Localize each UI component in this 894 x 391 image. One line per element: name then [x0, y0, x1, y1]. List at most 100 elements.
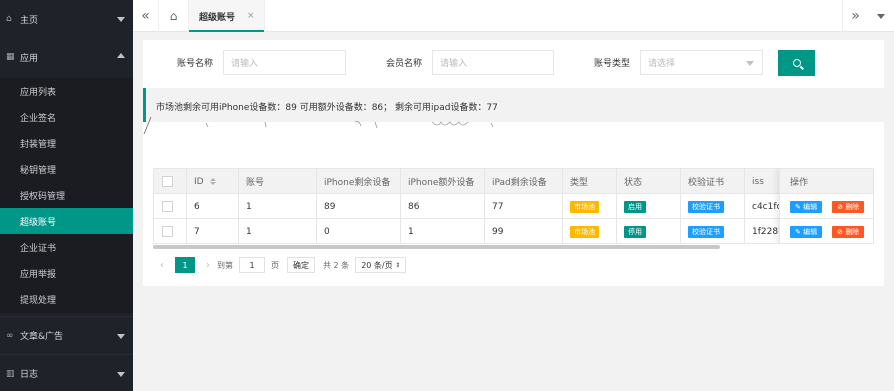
- member-name-label: 会员名称: [386, 59, 423, 69]
- cell-ipad-left: 99: [492, 226, 504, 237]
- nav-home[interactable]: ⌂ 主页: [0, 0, 133, 38]
- sort-icon[interactable]: [209, 178, 216, 185]
- chevron-down-icon: [117, 334, 125, 339]
- page-label: 页: [271, 260, 279, 270]
- cell-iphone-extra: 1: [408, 226, 414, 237]
- cell-iphone-left: 0: [324, 226, 330, 237]
- tab-menu-button[interactable]: [868, 0, 894, 32]
- header-iphone-extra: iPhone额外设备: [408, 178, 475, 188]
- articles-icon: ∞: [6, 330, 14, 341]
- next-page-icon[interactable]: ›: [199, 260, 217, 271]
- header-ipad-left: iPad剩余设备: [492, 178, 547, 188]
- nav-apps[interactable]: ▦ 应用: [0, 38, 133, 76]
- search-button[interactable]: [778, 50, 815, 76]
- home-icon: ⌂: [169, 9, 178, 23]
- row-checkbox[interactable]: [162, 201, 173, 212]
- cell-id: 7: [194, 226, 200, 237]
- double-right-icon: »: [851, 8, 860, 24]
- sidebar-item-app-report[interactable]: 应用举报: [0, 260, 133, 286]
- type-badge: 市场池: [570, 225, 599, 238]
- home-icon: ⌂: [6, 14, 12, 24]
- apps-icon: ▦: [6, 52, 15, 62]
- sidebar-item-keys[interactable]: 秘钥管理: [0, 156, 133, 182]
- sidebar-item-package[interactable]: 封装管理: [0, 130, 133, 156]
- tab-super-account[interactable]: 超级账号 ×: [189, 0, 265, 32]
- nav-logs-label: 日志: [20, 370, 39, 380]
- table-row: 7 1 0 1 99 市场池 停用 校验证书 1f228b4: [154, 219, 873, 243]
- scribble-mark: [143, 116, 494, 135]
- account-name-input[interactable]: 请输入: [223, 50, 346, 75]
- cell-account: 1: [246, 226, 252, 237]
- nav-home-label: 主页: [20, 15, 39, 26]
- type-badge: 市场池: [570, 200, 599, 213]
- cell-iss: 1f228b4: [752, 226, 784, 237]
- search-icon: [792, 59, 801, 67]
- total-count: 共 2 条: [323, 260, 350, 270]
- tab-label: 超级账号: [199, 12, 236, 23]
- sidebar-item-enterprise-sign[interactable]: 企业签名: [0, 104, 133, 130]
- header-operations: 操作: [790, 178, 809, 188]
- scroll-tabs-left-button[interactable]: «: [133, 0, 159, 32]
- cell-ipad-left: 77: [492, 201, 504, 212]
- account-name-label: 账号名称: [177, 59, 214, 69]
- sidebar-item-withdraw[interactable]: 提现处理: [0, 286, 133, 313]
- nav-apps-label: 应用: [20, 53, 39, 64]
- edit-button[interactable]: ✎ 编辑: [790, 200, 823, 213]
- double-left-icon: «: [141, 8, 150, 24]
- select-all-cell: [154, 169, 186, 194]
- table-horizontal-scrollbar[interactable]: [153, 245, 720, 249]
- cell-account: 1: [246, 201, 252, 212]
- select-all-checkbox[interactable]: [162, 176, 173, 187]
- sidebar-item-enterprise-cert[interactable]: 企业证书: [0, 234, 133, 260]
- goto-confirm-button[interactable]: 确定: [287, 257, 315, 273]
- status-badge: 停用: [624, 225, 646, 238]
- header-iphone-left: iPhone剩余设备: [324, 178, 391, 188]
- goto-page-input[interactable]: 1: [239, 257, 265, 273]
- delete-button[interactable]: ⊘ 删除: [832, 225, 865, 238]
- header-cert: 校验证书: [688, 178, 725, 188]
- current-page-button[interactable]: 1: [175, 257, 195, 273]
- goto-label: 到第: [217, 260, 233, 270]
- chevron-up-icon: [117, 53, 125, 58]
- cell-iphone-left: 89: [324, 201, 336, 212]
- row-checkbox[interactable]: [162, 226, 173, 237]
- chevron-down-icon: [117, 17, 125, 22]
- sidebar-item-super-account[interactable]: 超级账号: [0, 208, 133, 234]
- chevron-down-icon: [117, 372, 125, 377]
- accounts-table: ID 账号 iPhone剩余设备 iPhone额外设备 iPad剩余设备 类型 …: [153, 168, 874, 244]
- account-type-select[interactable]: 请选择: [640, 50, 763, 75]
- status-badge: 启用: [624, 200, 646, 213]
- edit-button[interactable]: ✎ 编辑: [790, 225, 823, 238]
- verify-cert-button[interactable]: 校验证书: [688, 225, 724, 238]
- scroll-tabs-right-button[interactable]: »: [842, 0, 868, 32]
- home-tab-button[interactable]: ⌂: [159, 0, 189, 32]
- delete-button[interactable]: ⊘ 删除: [832, 200, 865, 213]
- member-name-input[interactable]: 请输入: [432, 50, 554, 75]
- header-status: 状态: [624, 178, 643, 188]
- close-icon[interactable]: ×: [247, 11, 255, 21]
- prev-page-icon[interactable]: ‹: [153, 260, 171, 271]
- log-icon: ▥: [6, 368, 15, 379]
- table-header-row: ID 账号 iPhone剩余设备 iPhone额外设备 iPad剩余设备 类型 …: [154, 169, 873, 194]
- sidebar: ⌂ 主页 ▦ 应用 应用列表 企业签名 封装管理 秘钥管理 授权码管理 超级账号…: [0, 0, 133, 391]
- nav-articles-label: 文章&广告: [20, 332, 64, 342]
- header-type: 类型: [570, 178, 589, 188]
- pagination: ‹ 1 › 到第 1 页 确定 共 2 条 20 条/页 ⇕: [153, 256, 407, 274]
- cell-id: 6: [194, 201, 200, 212]
- cell-iphone-extra: 86: [408, 201, 420, 212]
- chevron-updown-icon: ⇕: [395, 261, 401, 269]
- sidebar-item-auth-codes[interactable]: 授权码管理: [0, 182, 133, 208]
- header-id[interactable]: ID: [186, 169, 238, 194]
- header-account: 账号: [246, 178, 265, 188]
- header-iss: iss: [752, 176, 764, 187]
- sidebar-item-app-list[interactable]: 应用列表: [0, 78, 133, 104]
- chevron-down-icon: [877, 13, 885, 19]
- operations-column: 操作 ✎ 编辑 ⊘ 删除 ✎ 编辑 ⊘ 删除: [779, 169, 873, 243]
- apps-submenu: 应用列表 企业签名 封装管理 秘钥管理 授权码管理 超级账号 企业证书 应用举报…: [0, 78, 133, 313]
- account-type-label: 账号类型: [594, 59, 631, 69]
- chevron-down-icon: [746, 61, 754, 66]
- verify-cert-button[interactable]: 校验证书: [688, 200, 724, 213]
- nav-articles[interactable]: ∞ 文章&广告: [0, 316, 133, 354]
- nav-logs[interactable]: ▥ 日志: [0, 354, 133, 391]
- per-page-select[interactable]: 20 条/页 ⇕: [355, 257, 407, 273]
